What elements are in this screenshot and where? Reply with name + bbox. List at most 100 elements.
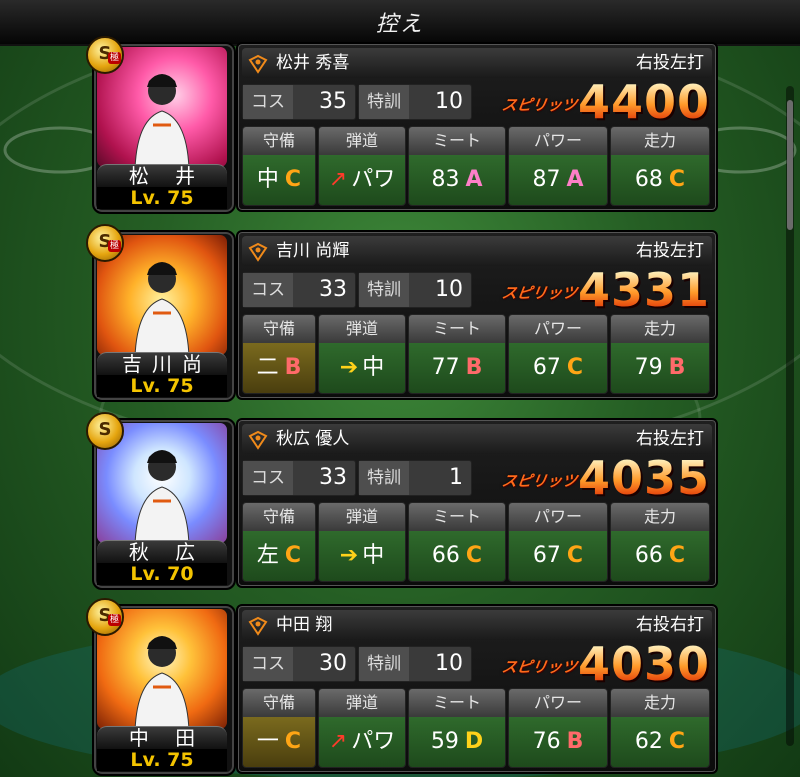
meet-cell: ミート 77 B	[408, 314, 506, 394]
meet-cell: ミート 66 C	[408, 502, 506, 582]
card-name: 松 井	[97, 164, 227, 187]
rarity-badge: S	[86, 412, 124, 450]
player-silhouette-icon	[134, 636, 190, 731]
cost-label: コス	[243, 461, 293, 495]
trajectory-arrow-icon: ↗	[328, 729, 348, 754]
name-bar: 吉川 尚輝 右投左打	[242, 236, 712, 266]
player-full-name: 秋広 優人	[276, 429, 350, 449]
defense-cell: 守備 二B	[242, 314, 316, 394]
meet-cell: ミート 83 A	[408, 126, 506, 206]
cost-box: コス 35	[242, 84, 356, 120]
training-label: 特訓	[359, 461, 409, 495]
spirits-value: 4030	[577, 637, 710, 691]
power-cell: パワー 67 C	[508, 502, 608, 582]
speed-cell: 走力 62 C	[610, 688, 710, 768]
defense-cell: 守備 左C	[242, 502, 316, 582]
power-value: 76 B	[509, 717, 607, 767]
trajectory-value: ↗ パワ	[319, 155, 405, 205]
player-level: Lv. 75	[97, 375, 227, 397]
throw-bat-hand: 右投右打	[636, 615, 704, 635]
speed-label: 走力	[611, 315, 709, 343]
trajectory-label: 弾道	[319, 315, 405, 343]
speed-cell: 走力 68 C	[610, 126, 710, 206]
player-info-panel[interactable]: 中田 翔 右投右打 コス 30 特訓 10 スピリッツ 4030 守備 一C 弾…	[236, 604, 718, 774]
meet-label: ミート	[409, 689, 505, 717]
defense-value: 左C	[243, 531, 315, 581]
player-info-panel[interactable]: 吉川 尚輝 右投左打 コス 33 特訓 10 スピリッツ 4331 守備 二B …	[236, 230, 718, 400]
spirits-label: スピリッツ	[500, 658, 579, 676]
meet-value: 83 A	[409, 155, 505, 205]
card-name: 秋 広	[97, 540, 227, 563]
power-cell: パワー 87 A	[508, 126, 608, 206]
cost-box: コス 33	[242, 460, 356, 496]
player-row[interactable]: S 極 中 田 Lv. 75 中田 翔 右投右打 コス 30 特訓 10 スピリ…	[0, 598, 780, 776]
cost-value: 35	[319, 89, 347, 114]
trajectory-label: 弾道	[319, 689, 405, 717]
training-box: 特訓 10	[358, 272, 472, 308]
throw-bat-hand: 右投左打	[636, 241, 704, 261]
speed-label: 走力	[611, 127, 709, 155]
trajectory-cell: 弾道 ↗ パワ	[318, 126, 406, 206]
defense-value: 二B	[243, 343, 315, 393]
player-row[interactable]: S 極 吉川尚 Lv. 75 吉川 尚輝 右投左打 コス 33 特訓 10 スピ…	[0, 224, 780, 402]
trajectory-label: 弾道	[319, 503, 405, 531]
team-logo-icon	[248, 54, 268, 74]
training-box: 特訓 1	[358, 460, 472, 496]
power-cell: パワー 67 C	[508, 314, 608, 394]
meet-label: ミート	[409, 315, 505, 343]
page-title: 控え	[375, 12, 424, 37]
defense-label: 守備	[243, 689, 315, 717]
power-label: パワー	[509, 689, 607, 717]
player-info-panel[interactable]: 秋広 優人 右投左打 コス 33 特訓 1 スピリッツ 4035 守備 左C 弾…	[236, 418, 718, 588]
player-level: Lv. 70	[97, 563, 227, 585]
trajectory-label: 弾道	[319, 127, 405, 155]
throw-bat-hand: 右投左打	[636, 429, 704, 449]
kiwami-mark: 極	[108, 52, 122, 64]
speed-value: 62 C	[611, 717, 709, 767]
team-logo-icon	[248, 242, 268, 262]
card-name: 吉川尚	[97, 352, 227, 375]
spirits-value: 4035	[577, 451, 710, 505]
cost-box: コス 33	[242, 272, 356, 308]
kiwami-mark: 極	[108, 614, 122, 626]
spirits-value: 4400	[577, 75, 710, 129]
spirits-label: スピリッツ	[500, 284, 579, 302]
player-info-panel[interactable]: 松井 秀喜 右投左打 コス 35 特訓 10 スピリッツ 4400 守備 中C …	[236, 42, 718, 212]
cost-label: コス	[243, 647, 293, 681]
meet-value: 59 D	[409, 717, 505, 767]
header-bar: 控え	[0, 0, 800, 46]
kiwami-mark: 極	[108, 240, 122, 252]
player-silhouette-icon	[134, 450, 190, 545]
defense-label: 守備	[243, 503, 315, 531]
speed-value: 68 C	[611, 155, 709, 205]
speed-label: 走力	[611, 689, 709, 717]
speed-value: 66 C	[611, 531, 709, 581]
cost-label: コス	[243, 85, 293, 119]
meet-label: ミート	[409, 127, 505, 155]
player-full-name: 松井 秀喜	[276, 53, 350, 73]
defense-value: 中C	[243, 155, 315, 205]
cost-box: コス 30	[242, 646, 356, 682]
player-full-name: 中田 翔	[276, 615, 333, 635]
defense-value: 一C	[243, 717, 315, 767]
power-value: 87 A	[509, 155, 607, 205]
power-value: 67 C	[509, 343, 607, 393]
training-box: 特訓 10	[358, 646, 472, 682]
player-level: Lv. 75	[97, 749, 227, 771]
defense-label: 守備	[243, 315, 315, 343]
power-label: パワー	[509, 503, 607, 531]
trajectory-cell: 弾道 ↗ パワ	[318, 688, 406, 768]
team-logo-icon	[248, 616, 268, 636]
speed-cell: 走力 79 B	[610, 314, 710, 394]
training-label: 特訓	[359, 85, 409, 119]
player-row[interactable]: S 極 松 井 Lv. 75 松井 秀喜 右投左打 コス 35 特訓 10 スピ…	[0, 36, 780, 214]
cost-value: 33	[319, 465, 347, 490]
scrollbar-thumb[interactable]	[787, 100, 793, 230]
scrollbar[interactable]	[786, 86, 794, 746]
trajectory-arrow-icon: ↗	[328, 167, 348, 192]
training-value: 10	[435, 651, 463, 676]
player-row[interactable]: S 秋 広 Lv. 70 秋広 優人 右投左打 コス 33 特訓 1 スピリッツ…	[0, 412, 780, 590]
player-level: Lv. 75	[97, 187, 227, 209]
trajectory-value: ➔ 中	[319, 531, 405, 581]
training-value: 10	[435, 89, 463, 114]
